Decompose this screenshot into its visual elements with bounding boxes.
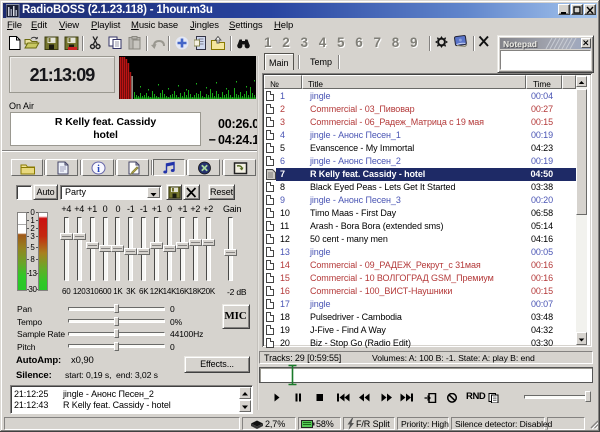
svg-text:i: i: [97, 164, 100, 175]
